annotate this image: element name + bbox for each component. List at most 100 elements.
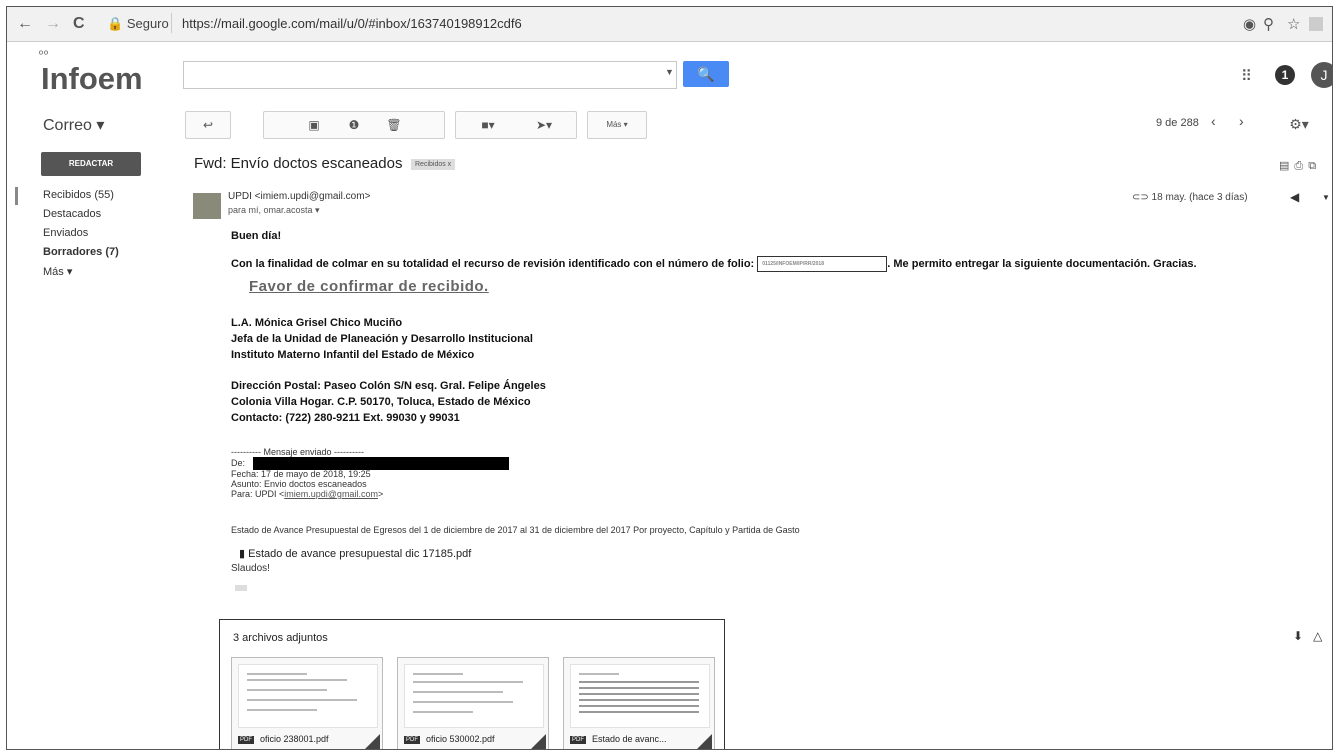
address-bar-url[interactable]: https://mail.google.com/mail/u/0/#inbox/… <box>182 16 522 31</box>
attachment-label: PDF Estado de avanc... <box>570 734 667 744</box>
secure-label: Seguro <box>126 16 169 31</box>
inline-attachment-link[interactable]: ▮ Estado de avance presupuestal dic 1718… <box>239 547 471 560</box>
extension-icon[interactable] <box>1309 17 1323 31</box>
action-button-group: ▣ ❶ 🗑 <box>263 111 445 139</box>
pdf-icon: PDF <box>404 735 420 744</box>
message-subject: Fwd: Envío doctos escaneados <box>194 155 403 172</box>
attachment-name: oficio 238001.pdf <box>260 734 329 744</box>
forwarded-to: Para: UPDI <imiem.updi@gmail.com> <box>231 489 383 499</box>
document-icon: ▮ <box>239 548 249 560</box>
pdf-icon: PDF <box>238 735 254 744</box>
delete-icon[interactable]: 🗑 <box>374 112 414 138</box>
forwarded-to-email-link[interactable]: imiem.updi@gmail.com <box>284 489 378 499</box>
forwarded-subject: Asunto: Envio doctos escaneados <box>231 479 367 489</box>
back-arrow-icon[interactable]: ← <box>17 15 33 33</box>
sender-avatar[interactable] <box>193 193 221 219</box>
archive-icon[interactable]: ▣ <box>294 112 334 138</box>
sidebar-item-more[interactable]: Más ▾ <box>43 265 72 278</box>
body-paragraph: Con la finalidad de colmar en su totalid… <box>231 256 1197 272</box>
search-button[interactable]: 🔍 <box>683 61 729 87</box>
sidebar-item-starred[interactable]: Destacados <box>43 208 101 220</box>
print-all-icon[interactable]: ▤ <box>1279 160 1294 172</box>
infoem-logo[interactable]: ºº Infoem <box>35 47 175 97</box>
recipients[interactable]: para mí, omar.acosta ▾ <box>228 205 320 216</box>
reply-icon[interactable]: ◀ <box>1290 190 1299 204</box>
attachment-label: PDF oficio 238001.pdf <box>238 734 329 744</box>
save-to-drive-icon[interactable]: △ <box>1313 629 1332 643</box>
logo-dots: ºº <box>39 49 50 61</box>
inline-attachment-name: Estado de avance presupuestal dic 17185.… <box>248 548 472 560</box>
attachment-actions: ⬇△ <box>1293 629 1332 643</box>
logo-text: Infoem <box>41 61 143 96</box>
more-actions-button[interactable]: Más ▾ <box>587 111 647 139</box>
attachment-thumbnail <box>238 664 378 728</box>
forwarded-to-suffix: > <box>377 489 384 499</box>
sidebar-item-inbox[interactable]: Recibidos (55) <box>43 189 114 201</box>
attachment-card[interactable]: PDF oficio 238001.pdf <box>231 657 383 749</box>
inbox-label-chip[interactable]: Recibidos x <box>411 159 456 170</box>
attachment-card[interactable]: PDF Estado de avanc... <box>563 657 715 749</box>
sidebar-item-sent[interactable]: Enviados <box>43 227 88 239</box>
star-icon[interactable]: ☆ <box>1287 15 1300 33</box>
attachments-title: 3 archivos adjuntos <box>233 632 328 644</box>
compose-button[interactable]: REDACTAR <box>41 152 141 176</box>
forwarded-date: Fecha: 17 de mayo de 2018, 19:25 <box>231 469 371 479</box>
attachment-thumbnail <box>404 664 544 728</box>
eye-icon[interactable]: ◉ <box>1243 15 1256 33</box>
back-to-inbox-button[interactable]: ↩ <box>185 111 231 139</box>
contact-info: Contacto: (722) 280-9211 Ext. 99030 y 99… <box>231 412 460 424</box>
search-input[interactable] <box>183 61 677 89</box>
move-to-folder-icon[interactable]: ■▾ <box>460 112 516 138</box>
folio-number-box: 01125/INFOEM/IP/RR/2018 <box>757 256 888 272</box>
attachment-card[interactable]: PDF oficio 530002.pdf <box>397 657 549 749</box>
paragraph-before-folio: Con la finalidad de colmar en su totalid… <box>231 257 755 270</box>
labels-icon[interactable]: ➤▾ <box>516 112 572 138</box>
message-header-actions: ▤⎙⧉ <box>1279 159 1321 173</box>
pdf-icon: PDF <box>570 735 586 744</box>
closing-text: Slaudos! <box>231 563 270 574</box>
sender-name[interactable]: UPDI <imiem.updi@gmail.com> <box>228 191 370 202</box>
search-icon[interactable]: ⚲ <box>1263 15 1274 33</box>
attachment-name: Estado de avanc... <box>592 734 667 744</box>
attachment-name: oficio 530002.pdf <box>426 734 495 744</box>
signature-name: L.A. Mónica Grisel Chico Muciño <box>231 317 403 329</box>
forwarded-to-prefix: Para: UPDI < <box>231 489 285 499</box>
apps-grid-icon[interactable]: ⠿ <box>1241 67 1252 85</box>
postal-address: Dirección Postal: Paseo Colón S/N esq. G… <box>231 380 546 392</box>
attachment-corner-icon <box>524 734 546 749</box>
greeting: Buen día! <box>231 230 282 242</box>
notifications-icon[interactable]: 1 <box>1275 65 1295 85</box>
print-icon[interactable]: ⎙ <box>1294 160 1308 172</box>
secure-indicator[interactable]: 🔒 Seguro <box>107 16 169 32</box>
search-options-caret-icon[interactable]: ▼ <box>665 67 674 77</box>
signature-title: Jefa de la Unidad de Planeación y Desarr… <box>231 333 533 345</box>
back-arrow-icon: ↩ <box>202 118 214 132</box>
attachment-corner-icon <box>358 734 380 749</box>
forwarded-body: Estado de Avance Presupuestal de Egresos… <box>231 525 800 535</box>
message-counter: 9 de 288 <box>1156 117 1199 129</box>
older-chevron-icon[interactable]: › <box>1239 113 1244 129</box>
attachment-clip-icon: ⊂⊃ <box>1132 192 1152 203</box>
reload-icon[interactable]: C <box>73 15 85 33</box>
avatar[interactable]: J <box>1311 62 1332 88</box>
sidebar-item-drafts[interactable]: Borradores (7) <box>43 246 119 258</box>
attachment-label: PDF oficio 530002.pdf <box>404 734 495 744</box>
confirm-receipt-text: Favor de confirmar de recibido. <box>249 278 489 295</box>
forward-arrow-icon[interactable]: → <box>45 15 61 33</box>
folder-label-group: ■▾ ➤▾ <box>455 111 577 139</box>
settings-gear-icon[interactable]: ⚙▾ <box>1279 111 1319 137</box>
download-all-icon[interactable]: ⬇ <box>1293 629 1313 643</box>
report-spam-icon[interactable]: ❶ <box>334 112 374 138</box>
new-window-icon[interactable]: ⧉ <box>1308 160 1321 172</box>
trimmed-content-icon[interactable] <box>235 585 247 591</box>
active-folder-indicator <box>15 187 18 205</box>
message-date-text: 18 may. (hace 3 días) <box>1151 192 1248 203</box>
divider <box>171 13 172 33</box>
paragraph-after-folio: . Me permito entregar la siguiente docum… <box>887 257 1197 270</box>
forwarded-header: ---------- Mensaje enviado ---------- <box>231 447 364 457</box>
attachment-corner-icon <box>690 734 712 749</box>
mail-app-switcher[interactable]: Correo ▾ <box>43 115 104 135</box>
more-options-caret-icon[interactable]: ▼ <box>1322 193 1330 202</box>
attachment-thumbnail <box>570 664 710 728</box>
newer-chevron-icon[interactable]: ‹ <box>1211 113 1216 129</box>
